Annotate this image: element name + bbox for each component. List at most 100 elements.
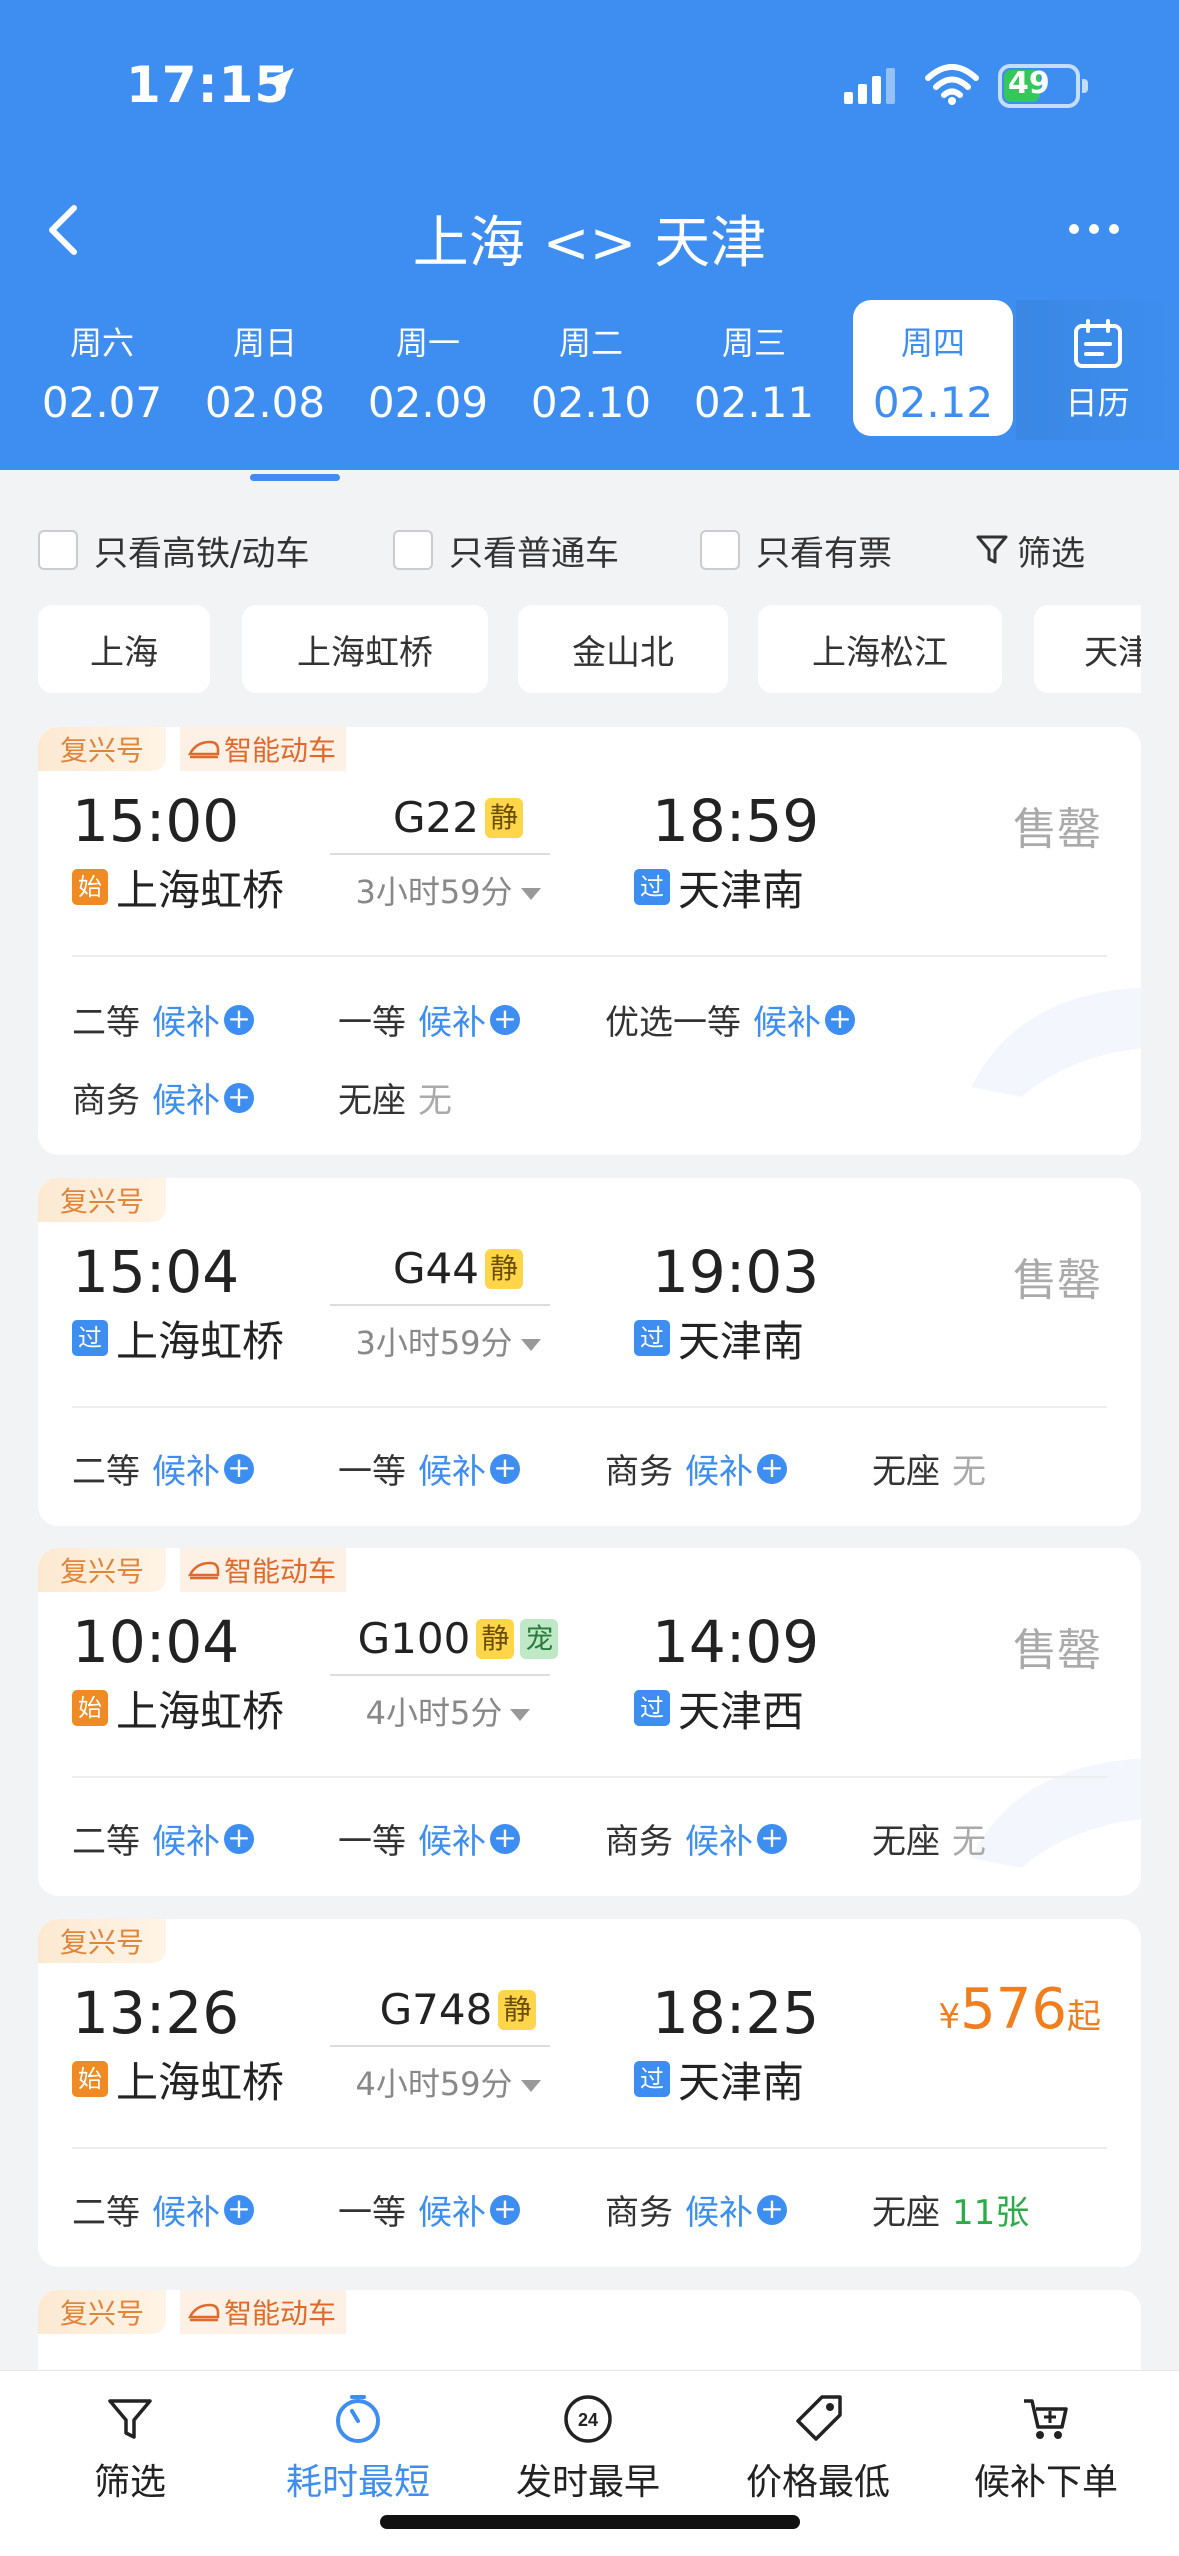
train-card[interactable]: 复兴号 15:04 G44 静 3小时59分 19:03 售罄 过上海虹桥 过天津…	[38, 1178, 1141, 1526]
date-tab-selected[interactable]: 周四 02.12	[853, 300, 1013, 436]
train-card[interactable]: 复兴号 13:26 G748 静 4小时59分 18:25 ¥576 起 始上海虹桥…	[38, 1919, 1141, 2267]
origin-badge: 始	[72, 2061, 108, 2097]
timer-icon	[336, 2395, 380, 2443]
sold-out-status: 售罄	[1013, 1255, 1101, 1306]
seat-business[interactable]: 商务 候补 +	[72, 1073, 254, 1122]
seat-no-seat: 无座无	[872, 1814, 986, 1863]
seat-first-class[interactable]: 一等 候补 +	[338, 1814, 520, 1863]
waitlist-label: 候补	[685, 2193, 753, 2233]
seat-business[interactable]: 商务 候补 +	[605, 1444, 787, 1493]
seat-first-class[interactable]: 一等 候补 +	[338, 1444, 520, 1493]
seat-class: 商务	[605, 2193, 673, 2233]
tab-filter[interactable]: 筛选	[30, 2393, 230, 2505]
departure-time: 15:04	[72, 1238, 240, 1306]
clock-24-icon: 24	[564, 2395, 612, 2443]
train-watermark-icon	[971, 987, 1141, 1097]
departure-time: 15:00	[72, 787, 240, 855]
arrival-station-name: 天津南	[678, 2057, 805, 2107]
only-available-checkbox[interactable]: 只看有票	[700, 525, 892, 575]
waitlist-label: 候补	[685, 1822, 753, 1862]
tab-shortest-duration[interactable]: 耗时最短	[258, 2393, 458, 2505]
seat-business[interactable]: 商务 候补 +	[605, 1814, 787, 1863]
fuxing-tag: 复兴号	[38, 1919, 167, 1963]
waitlist-label: 候补	[152, 2193, 220, 2233]
more-icon[interactable]	[1029, 214, 1119, 244]
tab-waitlist-order[interactable]: 候补下单	[946, 2393, 1146, 2505]
tab-label: 价格最低	[745, 2462, 890, 2503]
departure-time: 13:26	[72, 1979, 240, 2047]
station-chip[interactable]: 金山北	[518, 605, 728, 693]
bullet-train-icon	[188, 740, 220, 759]
only-highspeed-checkbox[interactable]: 只看高铁/动车	[38, 525, 309, 575]
duration[interactable]: 4小时5分	[328, 1688, 568, 1734]
waitlist-label: 候补	[418, 1822, 486, 1862]
station-chip[interactable]: 天津	[1034, 605, 1141, 693]
seat-second-class[interactable]: 二等 候补 +	[72, 995, 254, 1044]
smart-emu-tag: 智能动车	[180, 2290, 347, 2334]
seat-class: 二等	[72, 1452, 140, 1492]
seat-second-class[interactable]: 二等 候补 +	[72, 1814, 254, 1863]
checkbox-box	[38, 530, 78, 570]
seat-first-class[interactable]: 一等 候补 +	[338, 2185, 520, 2234]
station-chip[interactable]: 上海松江	[758, 605, 1002, 693]
date-tab[interactable]: 周二 02.10	[511, 300, 671, 436]
departure-station-name: 上海虹桥	[116, 2057, 285, 2107]
train-number-text: G22	[393, 793, 479, 842]
date-selector: 周六 02.07 周日 02.08 周一 02.09 周二 02.10 周三 02.11 …	[0, 300, 1179, 440]
duration[interactable]: 3小时59分	[328, 867, 568, 913]
station-chip[interactable]: 上海虹桥	[242, 605, 488, 693]
seat-no-seat[interactable]: 无座 11张	[872, 2185, 1029, 2234]
seat-second-class[interactable]: 二等 候补 +	[72, 1444, 254, 1493]
tab-lowest-price[interactable]: 价格最低	[718, 2393, 918, 2505]
seat-class: 商务	[605, 1822, 673, 1862]
tab-label: 候补下单	[973, 2462, 1118, 2503]
seat-second-class[interactable]: 二等 候补 +	[72, 2185, 254, 2234]
tab-earliest-departure[interactable]: 24 发时最早	[488, 2393, 688, 2505]
bullet-train-icon	[188, 2303, 220, 2322]
chevron-down-icon	[520, 888, 541, 900]
seat-premium-first[interactable]: 优选一等 候补 +	[605, 995, 855, 1044]
train-card[interactable]: 复兴号 智能动车 10:04 G100 静宠 4小时5分 14:09 售罄 始上海…	[38, 1548, 1141, 1896]
filter-button[interactable]: 筛选	[975, 525, 1085, 575]
card-divider	[72, 2147, 1107, 2149]
duration[interactable]: 3小时59分	[328, 1318, 568, 1364]
wifi-icon	[925, 64, 979, 105]
quiet-badge: 静	[485, 1248, 523, 1289]
date-tab[interactable]: 周日 02.08	[185, 300, 345, 436]
fuxing-tag: 复兴号	[38, 1178, 167, 1222]
calendar-button[interactable]: 日历	[1016, 300, 1179, 440]
seat-class: 无座	[872, 1822, 940, 1862]
train-number: G100 静宠	[328, 1614, 588, 1663]
battery-level: 49	[1008, 66, 1050, 101]
arrival-station: 过天津南	[634, 1308, 804, 1368]
date-tab[interactable]: 周一 02.09	[348, 300, 508, 436]
duration-line	[330, 2045, 550, 2047]
smart-emu-label: 智能动车	[224, 1555, 337, 1588]
date-tab[interactable]: 周三 02.11	[674, 300, 834, 436]
filter-label: 筛选	[1017, 533, 1085, 574]
date-weekday: 周四	[900, 324, 965, 362]
card-divider	[72, 1776, 1107, 1778]
fuxing-tag: 复兴号	[38, 1548, 167, 1592]
train-tags: 复兴号 智能动车	[38, 1548, 347, 1592]
plus-circle-icon: +	[490, 1004, 520, 1035]
train-card[interactable]: 复兴号 智能动车 15:00 G22 静 3小时59分 18:59 售罄 始上海虹…	[38, 727, 1141, 1155]
seat-business[interactable]: 商务 候补 +	[605, 2185, 787, 2234]
pass-badge: 过	[634, 869, 670, 905]
seat-first-class[interactable]: 一等 候补 +	[338, 995, 520, 1044]
seat-class: 二等	[72, 2193, 140, 2233]
duration[interactable]: 4小时59分	[328, 2059, 568, 2105]
status-bar: 17:15 49	[0, 0, 1179, 170]
battery-indicator: 49	[998, 64, 1088, 108]
plus-circle-icon: +	[490, 1453, 520, 1484]
station-chip[interactable]: 上海	[38, 605, 210, 693]
bullet-train-icon	[188, 1561, 220, 1580]
checkbox-box	[700, 530, 740, 570]
date-tab[interactable]: 周六 02.07	[22, 300, 182, 436]
train-tags: 复兴号	[38, 1919, 167, 1963]
departure-station: 始上海虹桥	[72, 2049, 284, 2109]
arrival-station: 过天津南	[634, 857, 804, 917]
seat-class: 一等	[338, 1452, 406, 1492]
price-tag-icon	[796, 2395, 842, 2441]
only-normal-checkbox[interactable]: 只看普通车	[393, 525, 619, 575]
